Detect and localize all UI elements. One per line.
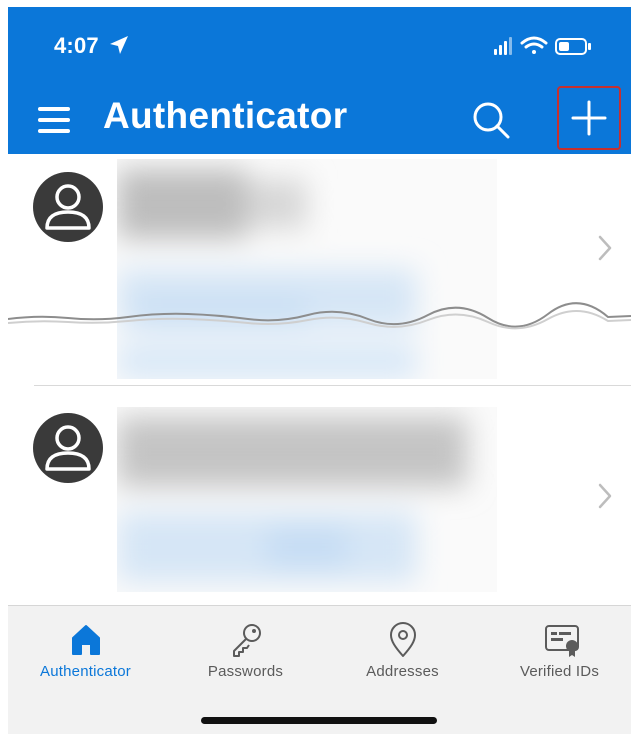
location-pin-icon (390, 622, 416, 657)
avatar (33, 413, 103, 483)
chevron-right-icon (598, 235, 612, 261)
nav-label: Verified IDs (519, 663, 600, 680)
app-screen: 4:07 Authenticator Authenticator Passwor… (8, 7, 631, 734)
menu-button[interactable] (38, 107, 70, 133)
nav-label: Passwords (207, 663, 284, 680)
avatar (33, 172, 103, 242)
person-icon (45, 184, 91, 230)
top-bar: 4:07 Authenticator (8, 7, 631, 154)
id-card-icon (545, 625, 579, 657)
key-icon (233, 624, 261, 657)
status-icons (494, 36, 591, 55)
divider (34, 385, 631, 386)
wifi-icon (520, 36, 548, 54)
add-account-button[interactable] (557, 86, 621, 150)
status-time: 4:07 (54, 33, 99, 58)
menu-line (38, 118, 70, 122)
torn-edge (8, 302, 631, 330)
nav-item-passwords[interactable]: Passwords (168, 606, 323, 686)
app-title: Authenticator (103, 95, 348, 136)
menu-line (38, 107, 70, 111)
chevron-right-icon (598, 483, 612, 509)
home-indicator (201, 717, 437, 724)
nav-item-addresses[interactable]: Addresses (325, 606, 480, 686)
bottom-navigation: Authenticator Passwords Addresses Verifi… (8, 605, 631, 734)
menu-line (38, 129, 70, 133)
home-icon (72, 625, 100, 655)
nav-label: Addresses (366, 663, 439, 680)
nav-label: Authenticator (40, 663, 131, 680)
redacted-account-info (117, 159, 497, 379)
cellular-signal-icon (494, 37, 512, 55)
location-arrow-icon (110, 36, 128, 54)
plus-icon (571, 100, 607, 136)
nav-item-verified-ids[interactable]: Verified IDs (482, 606, 631, 686)
redacted-account-info (117, 407, 497, 592)
person-icon (45, 425, 91, 471)
nav-item-authenticator[interactable]: Authenticator (8, 606, 163, 686)
search-icon[interactable] (470, 99, 512, 141)
battery-icon (555, 38, 591, 55)
